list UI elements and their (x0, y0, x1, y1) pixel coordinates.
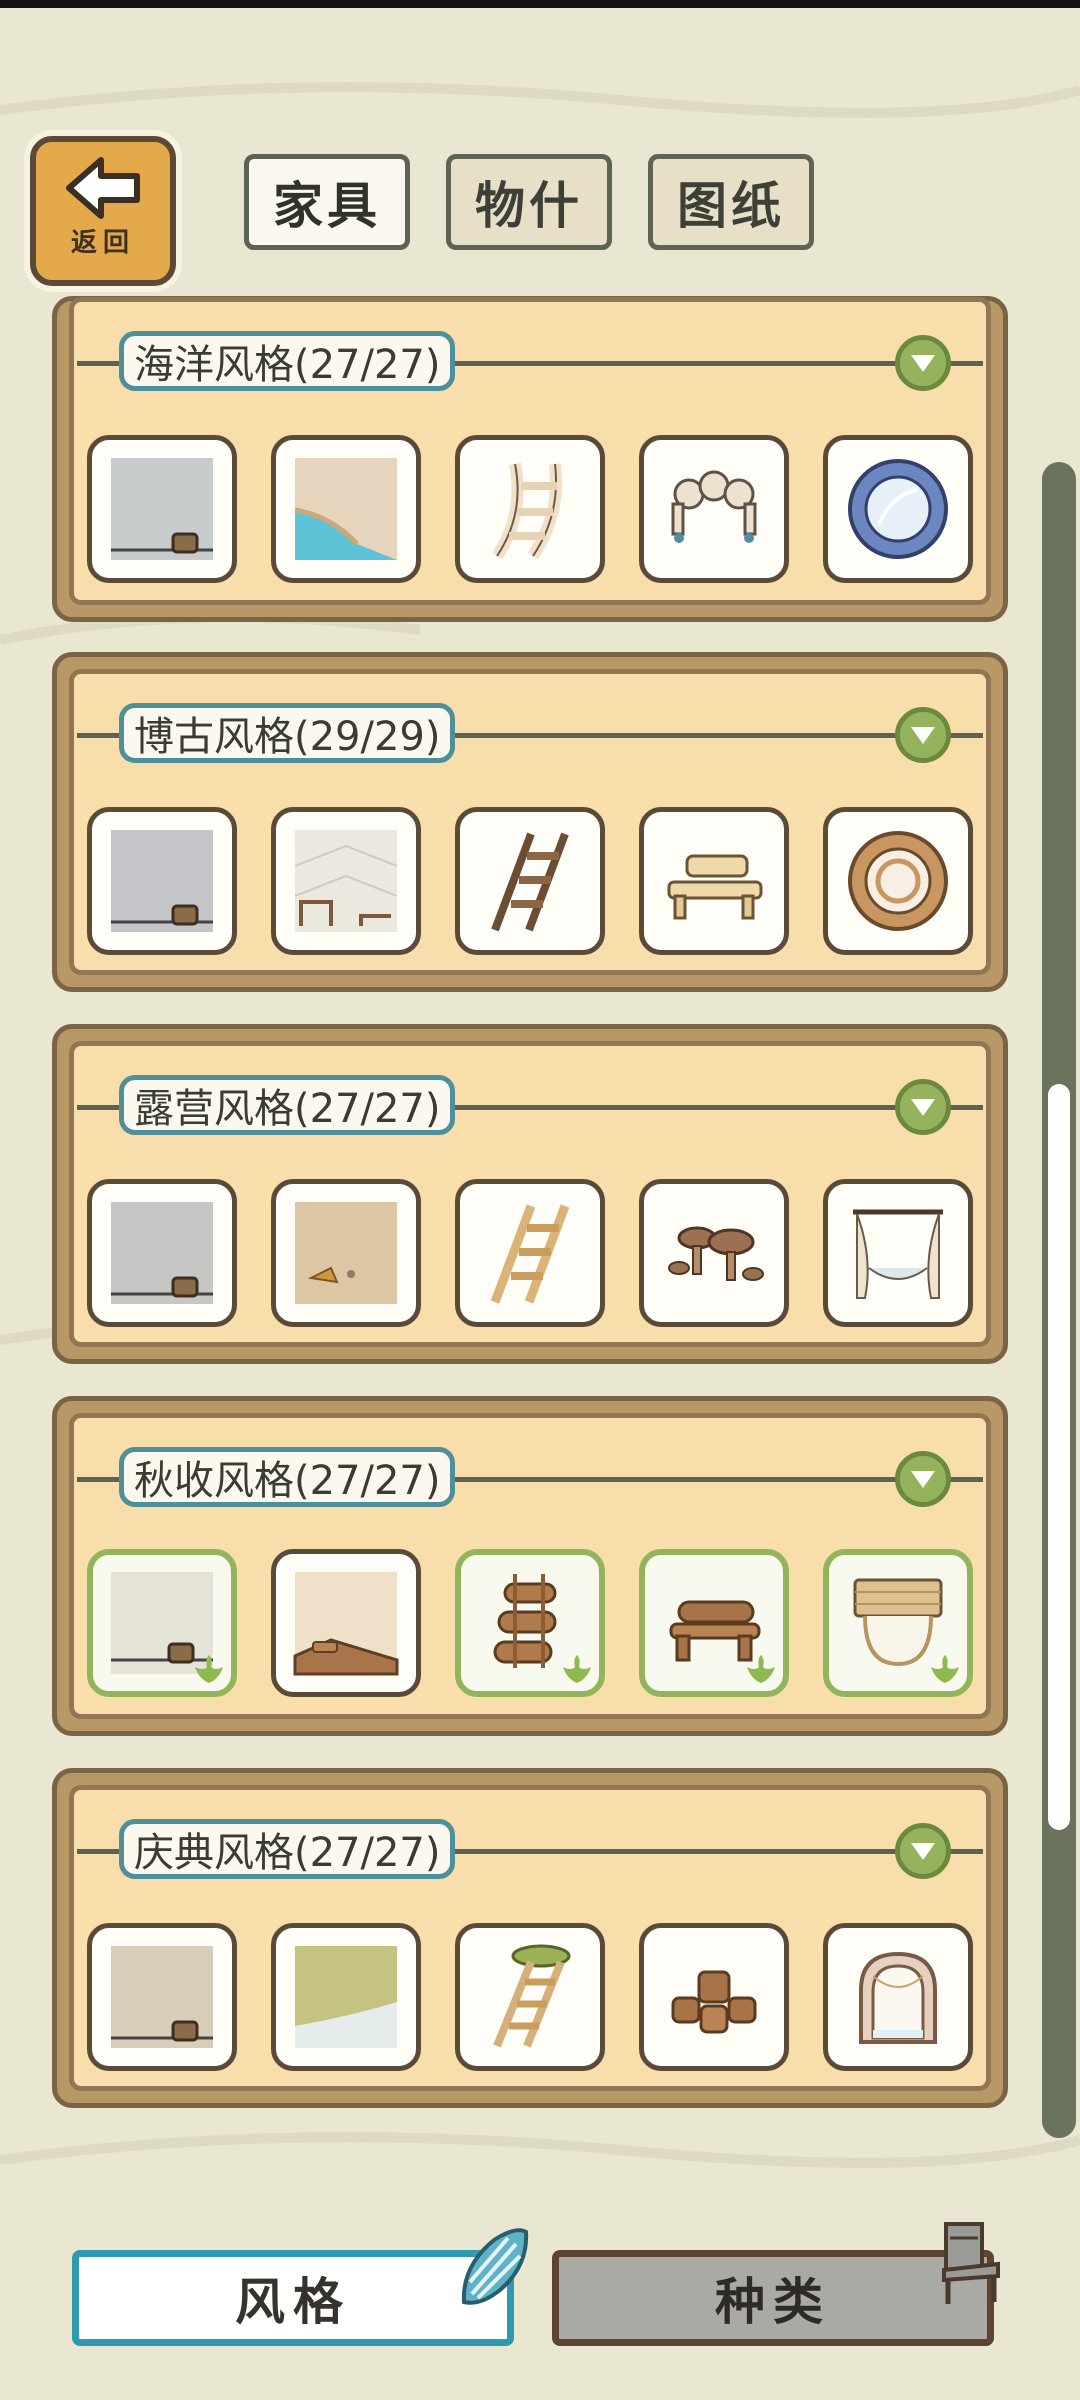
chevron-down-icon (911, 1843, 935, 1860)
frog-foot-icon (563, 1655, 591, 1683)
furniture-item[interactable] (271, 1923, 421, 2071)
chair-icon (942, 2222, 1000, 2304)
seashell-icon (461, 2228, 529, 2305)
back-button[interactable]: 返回 (30, 136, 176, 286)
set-title: 秋收风格(27/27) (119, 1447, 456, 1507)
set-title: 海洋风格(27/27) (119, 331, 456, 391)
back-arrow-icon (66, 157, 140, 219)
wall-icon (111, 1946, 213, 2048)
furniture-item[interactable] (823, 1923, 973, 2071)
furniture-item[interactable] (455, 807, 605, 955)
furniture-item[interactable] (87, 807, 237, 955)
furniture-item[interactable] (271, 1549, 421, 1697)
style-set-panel: 露营风格(27/27) (52, 1024, 1008, 1364)
furniture-item[interactable] (87, 1179, 237, 1327)
tab-furniture[interactable]: 家具 (244, 154, 410, 250)
furniture-item[interactable] (271, 1179, 421, 1327)
style-set-panel: 秋收风格(27/27) (52, 1396, 1008, 1736)
wall-icon (111, 1202, 213, 1304)
moss-ladder-icon (493, 1944, 571, 2048)
ladder-icon (491, 462, 563, 560)
mushroom-tables-icon (668, 1226, 764, 1281)
tab-blueprints[interactable]: 图纸 (648, 154, 814, 250)
chevron-down-icon (911, 1471, 935, 1488)
collapse-toggle[interactable] (895, 1823, 951, 1879)
chevron-down-icon (911, 1099, 935, 1116)
ladder-icon (491, 832, 569, 932)
ladder-icon (490, 1204, 570, 1304)
chevron-down-icon (911, 727, 935, 744)
furniture-item[interactable] (639, 1923, 789, 2071)
shell-seats-icon (671, 470, 757, 543)
chevron-down-icon (911, 355, 935, 372)
arch-window-icon (859, 1951, 937, 2044)
floor-tile-icon (294, 830, 398, 932)
furniture-item[interactable] (455, 1923, 605, 2071)
furniture-item-owned[interactable] (639, 1549, 789, 1697)
porthole-window-icon (848, 459, 948, 559)
furniture-item[interactable] (271, 807, 421, 955)
frog-foot-icon (747, 1655, 775, 1683)
set-title: 博古风格(29/29) (119, 703, 456, 763)
back-label: 返回 (70, 228, 135, 258)
furniture-item[interactable] (87, 1923, 237, 2071)
wall-icon (111, 830, 213, 932)
furniture-item[interactable] (823, 807, 973, 955)
furniture-item[interactable] (823, 1179, 973, 1327)
furniture-item[interactable] (639, 807, 789, 955)
set-title: 露营风格(27/27) (119, 1075, 456, 1135)
furniture-item-owned[interactable] (823, 1549, 973, 1697)
tab-category[interactable]: 种类 (552, 2250, 994, 2346)
furniture-item-owned[interactable] (455, 1549, 605, 1697)
furniture-item[interactable] (271, 435, 421, 583)
bench-icon (667, 854, 763, 920)
set-title: 庆典风格(27/27) (119, 1819, 456, 1879)
collapse-toggle[interactable] (895, 335, 951, 391)
tab-style[interactable]: 风格 (72, 2250, 514, 2346)
furniture-item-owned[interactable] (87, 1549, 237, 1697)
status-bar-edge (0, 0, 1080, 8)
floor-grass-icon (295, 1946, 397, 2048)
tab-objects[interactable]: 物什 (446, 154, 612, 250)
style-set-panel: 海洋风格(27/27) (52, 296, 1008, 622)
furniture-item[interactable] (455, 1179, 605, 1327)
furniture-item[interactable] (823, 435, 973, 583)
furniture-item[interactable] (639, 1179, 789, 1327)
frog-foot-icon (195, 1655, 223, 1683)
curtain-window-icon (853, 1209, 943, 1299)
round-window-icon (848, 831, 948, 931)
collapse-toggle[interactable] (895, 707, 951, 763)
furniture-item[interactable] (87, 435, 237, 583)
floor-wood-icon (293, 1572, 399, 1676)
floor-sand-icon (295, 1202, 397, 1304)
furniture-item[interactable] (455, 435, 605, 583)
barrel-seats-icon (671, 1970, 757, 2034)
floor-pool-icon (294, 458, 397, 560)
scrollbar-thumb[interactable] (1048, 1084, 1070, 1830)
collapse-toggle[interactable] (895, 1079, 951, 1135)
collapse-toggle[interactable] (895, 1451, 951, 1507)
style-set-panel: 庆典风格(27/27) (52, 1768, 1008, 2108)
wall-icon (111, 458, 213, 560)
frog-foot-icon (931, 1655, 959, 1683)
style-set-panel: 博古风格(29/29) (52, 652, 1008, 992)
furniture-item[interactable] (639, 435, 789, 583)
